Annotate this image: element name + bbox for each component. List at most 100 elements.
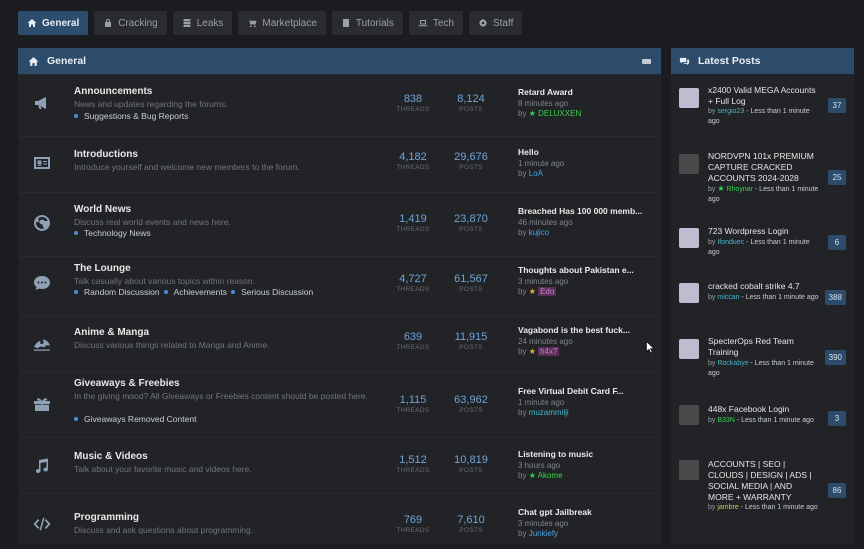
post-title[interactable]: cracked cobalt strike 4.7 [708, 281, 818, 292]
username-link[interactable]: LoA [529, 169, 543, 178]
last-post: Vagabond is the best fuck... 24 minutes … [518, 325, 658, 356]
threads-label: THREADS [396, 106, 430, 113]
last-post-title[interactable]: Thoughts about Pakistan e... [518, 265, 658, 275]
avatar[interactable] [679, 283, 699, 303]
last-post-title[interactable]: Vagabond is the best fuck... [518, 325, 658, 335]
post-title[interactable]: SpecterOps Red Team Training [708, 336, 818, 358]
forum-row-programming[interactable]: Programming Discuss and ask questions ab… [18, 493, 661, 544]
subforum-link[interactable]: Technology News [84, 228, 151, 238]
comments-icon [679, 57, 690, 65]
last-post-title[interactable]: Breached Has 100 000 memb... [518, 206, 658, 216]
forum-row-anime-manga[interactable]: Anime & Manga Discuss various things rel… [18, 316, 661, 371]
tab-tech[interactable]: Tech [408, 11, 463, 35]
forum-title[interactable]: Giveaways & Freebies [74, 378, 180, 389]
forum-row-the-lounge[interactable]: The Lounge Talk casually about various t… [18, 256, 661, 316]
tab-tutorials[interactable]: Tutorials [331, 11, 403, 35]
tab-label: Tutorials [355, 17, 394, 29]
subforum-dot-icon [230, 290, 235, 294]
avatar[interactable] [679, 460, 699, 480]
last-post-author: by ★ h4x7 [518, 347, 658, 356]
forum-title[interactable]: Anime & Manga [74, 327, 149, 338]
forum-title[interactable]: Music & Videos [74, 451, 148, 462]
forum-title[interactable]: Announcements [74, 86, 152, 97]
mouse-cursor-icon [646, 341, 655, 354]
latest-post-item[interactable]: SpecterOps Red Team Training by Rockabye… [671, 333, 854, 383]
posts-count: 23,870 [454, 213, 488, 225]
posts-count: 29,676 [454, 151, 488, 163]
last-post-title[interactable]: Hello [518, 147, 658, 157]
avatar[interactable] [679, 154, 699, 174]
last-post-title[interactable]: Chat gpt Jailbreak [518, 507, 658, 517]
username-link[interactable]: Rhoynar [726, 186, 752, 193]
tab-cracking[interactable]: Cracking [94, 11, 167, 35]
forum-title[interactable]: Introductions [74, 149, 138, 160]
posts-stat: 8,124 POSTS [441, 93, 501, 113]
avatar[interactable] [679, 228, 699, 248]
latest-post-item[interactable]: NORDVPN 101x PREMIUM CAPTURE CRACKED ACC… [671, 148, 854, 208]
tab-leaks[interactable]: Leaks [172, 11, 233, 35]
latest-post-item[interactable]: cracked cobalt strike 4.7 by miccan - Le… [671, 277, 854, 317]
avatar[interactable] [679, 88, 699, 108]
username-link[interactable]: Ifonduec [717, 239, 744, 246]
subforum-list: Giveaways Removed Content [74, 414, 196, 424]
avatar[interactable] [679, 339, 699, 359]
last-post-author: by ★ Edo [518, 287, 658, 296]
posts-count: 8,124 [457, 93, 485, 105]
tab-label: Staff [492, 17, 514, 29]
forum-row-announcements[interactable]: Announcements News and updates regarding… [18, 74, 661, 136]
latest-post-item[interactable]: x2400 Valid MEGA Accounts + Full Log by … [671, 82, 854, 132]
threads-label: THREADS [396, 226, 430, 233]
tab-label: General [42, 17, 80, 29]
last-post-title[interactable]: Listening to music [518, 449, 658, 459]
forum-row-music-videos[interactable]: Music & Videos Talk about your favorite … [18, 437, 661, 493]
avatar[interactable] [679, 405, 699, 425]
by-label: by [708, 504, 716, 511]
posts-label: POSTS [459, 286, 483, 293]
collapse-icon[interactable] [642, 58, 651, 64]
last-post-title[interactable]: Free Virtual Debit Card F... [518, 386, 658, 396]
subforum-link[interactable]: Giveaways Removed Content [84, 414, 196, 424]
subforum-dot-icon [74, 114, 78, 118]
username-link[interactable]: Akome [538, 471, 563, 480]
subforum-link[interactable]: Suggestions & Bug Reports [84, 111, 188, 121]
username-link[interactable]: sergio23 [717, 108, 744, 115]
star-icon: ★ [528, 347, 536, 356]
forum-row-world-news[interactable]: World News Discuss real world events and… [18, 192, 661, 256]
forum-row-introductions[interactable]: Introductions Introduce yourself and wel… [18, 136, 661, 192]
last-post-author: by muzammilji [518, 408, 658, 417]
last-post-title[interactable]: Retard Award [518, 87, 658, 97]
posts-stat: 10,819 POSTS [441, 454, 501, 474]
tab-general[interactable]: General [18, 11, 89, 35]
username-link[interactable]: h4x7 [538, 347, 560, 356]
username-link[interactable]: Rockabye [717, 360, 748, 367]
username-link[interactable]: muzammilji [529, 408, 569, 417]
subforum-link[interactable]: Serious Discussion [241, 287, 313, 297]
latest-post-item[interactable]: 723 Wordpress Login by Ifonduec - Less t… [671, 222, 854, 262]
username-link[interactable]: DELUXXEN [538, 109, 581, 118]
tab-staff[interactable]: Staff [468, 11, 523, 35]
post-title[interactable]: 723 Wordpress Login [708, 226, 818, 237]
subforum-link[interactable]: Random Discussion [84, 287, 160, 297]
username-link[interactable]: miccan [717, 294, 739, 301]
post-title[interactable]: x2400 Valid MEGA Accounts + Full Log [708, 85, 818, 107]
forum-title[interactable]: World News [74, 204, 131, 215]
post-title[interactable]: NORDVPN 101x PREMIUM CAPTURE CRACKED ACC… [708, 151, 818, 184]
forum-title[interactable]: The Lounge [74, 263, 131, 274]
username-link[interactable]: jambre [717, 504, 738, 511]
username-link[interactable]: Junkiefy [529, 529, 558, 538]
chat-icon [30, 271, 54, 295]
threads-label: THREADS [396, 286, 430, 293]
username-link[interactable]: kujico [529, 228, 549, 237]
latest-post-item[interactable]: ACCOUNTS | SEO | CLOUDS | DESIGN | ADS |… [671, 456, 854, 536]
forum-row-giveaways-freebies[interactable]: Giveaways & Freebies In the giving mood?… [18, 371, 661, 437]
username-link[interactable]: Edo [538, 287, 557, 296]
tab-marketplace[interactable]: Marketplace [238, 11, 326, 35]
subforum-link[interactable]: Achievements [174, 287, 227, 297]
latest-post-item[interactable]: 448x Facebook Login by B33N - Less than … [671, 401, 854, 441]
reply-count-badge: 86 [828, 483, 846, 498]
cart-icon [247, 19, 257, 28]
post-title[interactable]: ACCOUNTS | SEO | CLOUDS | DESIGN | ADS |… [708, 459, 818, 503]
post-title[interactable]: 448x Facebook Login [708, 404, 818, 415]
username-link[interactable]: B33N [717, 417, 735, 424]
forum-title[interactable]: Programming [74, 512, 139, 523]
